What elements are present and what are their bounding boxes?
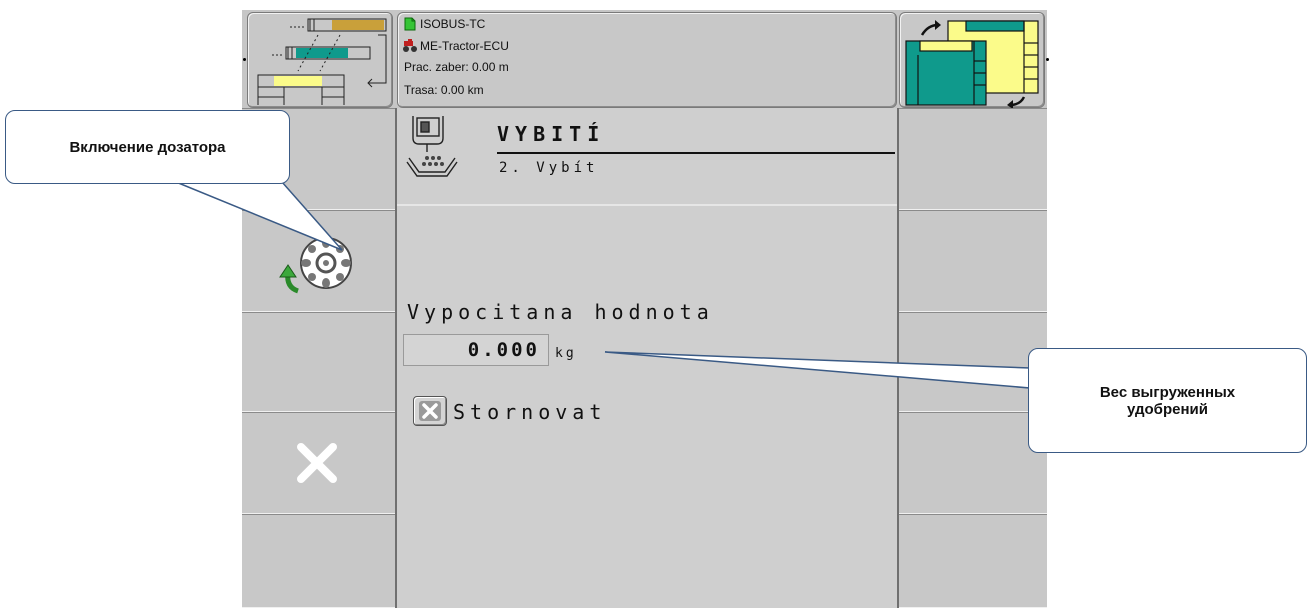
callout-doser-text: Включение дозатора [69, 138, 226, 156]
callout-pointers [175, 181, 1031, 389]
callout-doser: Включение дозатора [5, 110, 290, 184]
callout-weight: Вес выгруженных удобрений [1028, 348, 1307, 453]
callout-weight-text: Вес выгруженных удобрений [1099, 383, 1236, 418]
